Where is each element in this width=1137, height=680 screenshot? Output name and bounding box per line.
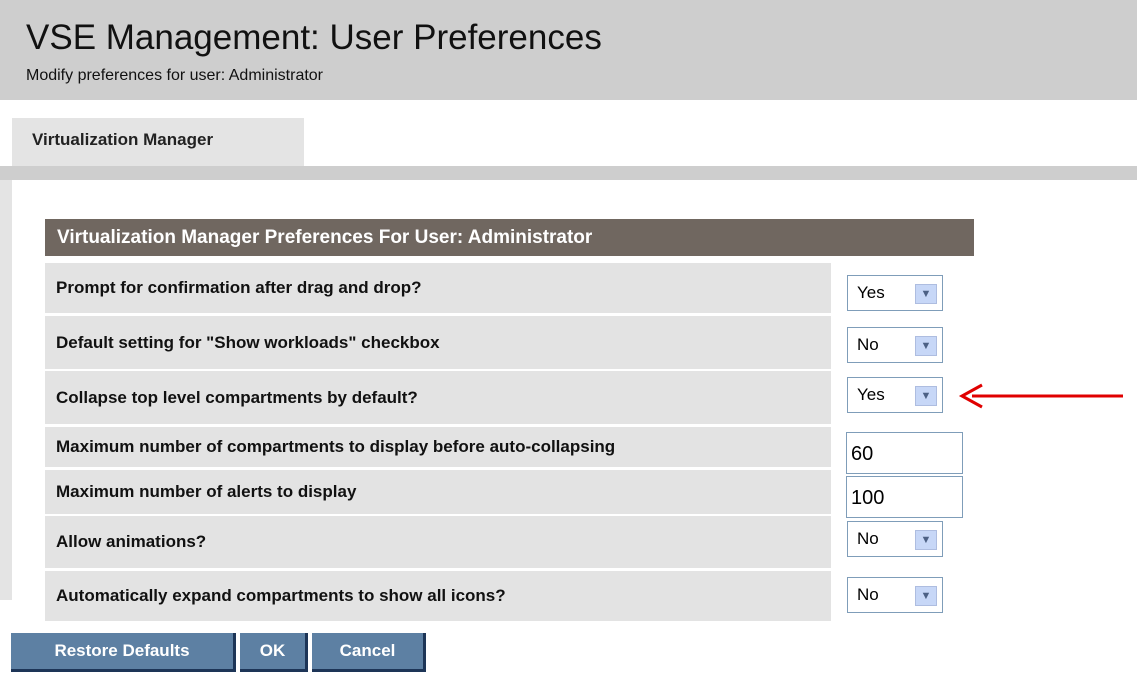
- pref-label-max-compartments: Maximum number of compartments to displa…: [45, 427, 831, 467]
- content-left-border: [0, 180, 12, 600]
- select-value: Yes: [857, 283, 885, 302]
- max-compartments-input[interactable]: 60: [846, 432, 963, 474]
- page-subtitle: Modify preferences for user: Administrat…: [26, 67, 324, 84]
- tab-strip: [0, 166, 1137, 180]
- cancel-button[interactable]: Cancel: [312, 633, 426, 672]
- pref-label-max-alerts: Maximum number of alerts to display: [45, 470, 831, 514]
- confirm-drag-drop-select[interactable]: Yes ▼: [847, 275, 943, 311]
- tab-virtualization-manager[interactable]: Virtualization Manager: [12, 118, 304, 166]
- max-alerts-input[interactable]: 100: [846, 476, 963, 518]
- chevron-down-icon[interactable]: ▼: [915, 284, 937, 304]
- pref-label-confirm-drag-drop: Prompt for confirmation after drag and d…: [45, 263, 831, 313]
- page-title: VSE Management: User Preferences: [26, 18, 602, 57]
- allow-animations-select[interactable]: No ▼: [847, 521, 943, 557]
- preferences-panel-heading: Virtualization Manager Preferences For U…: [45, 219, 974, 256]
- select-value: Yes: [857, 385, 885, 404]
- page-header: VSE Management: User Preferences Modify …: [0, 0, 1137, 100]
- select-value: No: [857, 585, 879, 604]
- collapse-top-level-select[interactable]: Yes ▼: [847, 377, 943, 413]
- chevron-down-icon[interactable]: ▼: [915, 586, 937, 606]
- select-value: No: [857, 529, 879, 548]
- arrow-left-icon: [958, 383, 1123, 409]
- show-workloads-select[interactable]: No ▼: [847, 327, 943, 363]
- chevron-down-icon[interactable]: ▼: [915, 336, 937, 356]
- ok-button[interactable]: OK: [240, 633, 308, 672]
- auto-expand-select[interactable]: No ▼: [847, 577, 943, 613]
- restore-defaults-button[interactable]: Restore Defaults: [11, 633, 236, 672]
- pref-label-auto-expand: Automatically expand compartments to sho…: [45, 571, 831, 621]
- pref-label-show-workloads: Default setting for "Show workloads" che…: [45, 316, 831, 369]
- select-value: No: [857, 335, 879, 354]
- chevron-down-icon[interactable]: ▼: [915, 386, 937, 406]
- pref-label-allow-animations: Allow animations?: [45, 516, 831, 568]
- pref-label-collapse-top-level: Collapse top level compartments by defau…: [45, 371, 831, 424]
- chevron-down-icon[interactable]: ▼: [915, 530, 937, 550]
